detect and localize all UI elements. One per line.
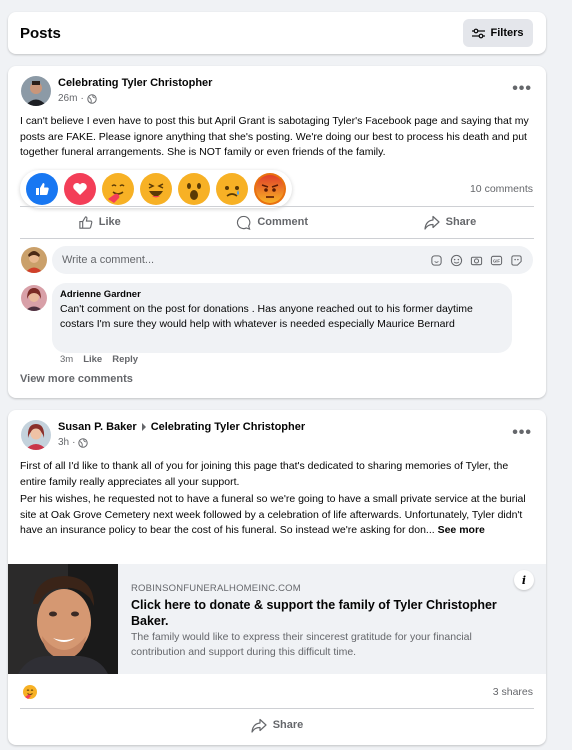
post-paragraph-1: First of all I'd like to thank all of yo…: [20, 460, 509, 488]
filters-icon: [472, 28, 486, 38]
link-preview[interactable]: ROBINSONFUNERALHOMEINC.COM Click here to…: [8, 564, 546, 674]
comment-like-button[interactable]: Like: [83, 354, 102, 365]
comment-placeholder: Write a comment...: [62, 254, 155, 266]
shares-count[interactable]: 3 shares: [493, 686, 533, 698]
like-reaction-icon[interactable]: [26, 173, 58, 205]
post-time[interactable]: 26m: [58, 93, 77, 104]
care-reaction-icon[interactable]: [102, 173, 134, 205]
divider: [20, 708, 534, 709]
share-icon: [424, 215, 440, 230]
post-actions: Share: [20, 710, 534, 740]
link-description: The family would like to express their s…: [131, 631, 472, 658]
group-name[interactable]: Celebrating Tyler Christopher: [151, 421, 305, 433]
gif-icon[interactable]: GIF: [490, 254, 503, 267]
post-time[interactable]: 3h: [58, 437, 69, 448]
share-button[interactable]: Share: [424, 215, 476, 230]
comment-text: Can't comment on the post for donations …: [60, 303, 473, 330]
post-paragraph-2: Per his wishes, he requested not to have…: [20, 492, 534, 539]
post-meta: 26m ·: [58, 93, 97, 104]
post-meta: 3h ·: [58, 437, 89, 448]
post-header-names: Susan P. Baker Celebrating Tyler Christo…: [58, 421, 305, 433]
care-reaction-icon[interactable]: [22, 684, 38, 700]
comment-time[interactable]: 3m: [60, 354, 73, 365]
globe-icon: [78, 437, 89, 448]
avatar-sticker-icon[interactable]: [430, 254, 443, 267]
divider: [20, 238, 534, 239]
author-name[interactable]: Susan P. Baker: [58, 421, 137, 433]
commenter-avatar[interactable]: [21, 285, 47, 311]
share-button[interactable]: Share: [251, 718, 303, 733]
comment-reply-button[interactable]: Reply: [112, 354, 138, 365]
see-more-link[interactable]: See more: [438, 524, 485, 536]
post-card: Celebrating Tyler Christopher 26m · ••• …: [8, 66, 546, 398]
avatar[interactable]: [21, 420, 51, 450]
sticker-icon[interactable]: [510, 254, 523, 267]
post-card: Susan P. Baker Celebrating Tyler Christo…: [8, 410, 546, 745]
wow-reaction-icon[interactable]: [178, 173, 210, 205]
love-reaction-icon[interactable]: [64, 173, 96, 205]
link-title[interactable]: Click here to donate & support the famil…: [131, 597, 511, 629]
post-text: I can't believe I even have to post this…: [20, 115, 529, 158]
comment-author[interactable]: Adrienne Gardner: [60, 289, 504, 300]
avatar[interactable]: [21, 76, 51, 106]
filters-button[interactable]: Filters: [463, 19, 533, 47]
comment-meta: 3m Like Reply: [60, 354, 138, 365]
caret-right-icon: [141, 423, 146, 431]
reaction-picker: [20, 170, 292, 208]
comment-input[interactable]: Write a comment... GIF: [52, 246, 533, 274]
globe-icon: [87, 93, 97, 104]
angry-reaction-icon[interactable]: [254, 173, 286, 205]
comment-button[interactable]: Comment: [236, 215, 308, 230]
current-user-avatar[interactable]: [21, 247, 47, 273]
svg-text:GIF: GIF: [493, 258, 500, 263]
view-more-comments-link[interactable]: View more comments: [20, 373, 133, 385]
camera-icon[interactable]: [470, 254, 483, 267]
like-icon: [79, 215, 93, 229]
like-button[interactable]: Like: [78, 215, 121, 230]
comment-icon: [237, 215, 251, 230]
comment-bubble: Adrienne Gardner Can't comment on the po…: [52, 283, 512, 353]
sad-reaction-icon[interactable]: [216, 173, 248, 205]
filters-label: Filters: [490, 27, 524, 39]
more-options-icon[interactable]: •••: [512, 80, 532, 98]
posts-header: Posts Filters: [8, 12, 546, 54]
group-name[interactable]: Celebrating Tyler Christopher: [58, 77, 212, 89]
post-actions: Like Comment Share: [20, 207, 534, 237]
emoji-icon[interactable]: [450, 254, 463, 267]
haha-reaction-icon[interactable]: [140, 173, 172, 205]
page-title: Posts: [20, 25, 61, 42]
link-preview-image[interactable]: [8, 564, 118, 674]
more-options-icon[interactable]: •••: [512, 424, 532, 442]
link-domain: ROBINSONFUNERALHOMEINC.COM: [131, 583, 301, 594]
share-icon: [251, 718, 267, 733]
info-icon[interactable]: i: [514, 570, 534, 590]
comments-count[interactable]: 10 comments: [470, 183, 533, 195]
